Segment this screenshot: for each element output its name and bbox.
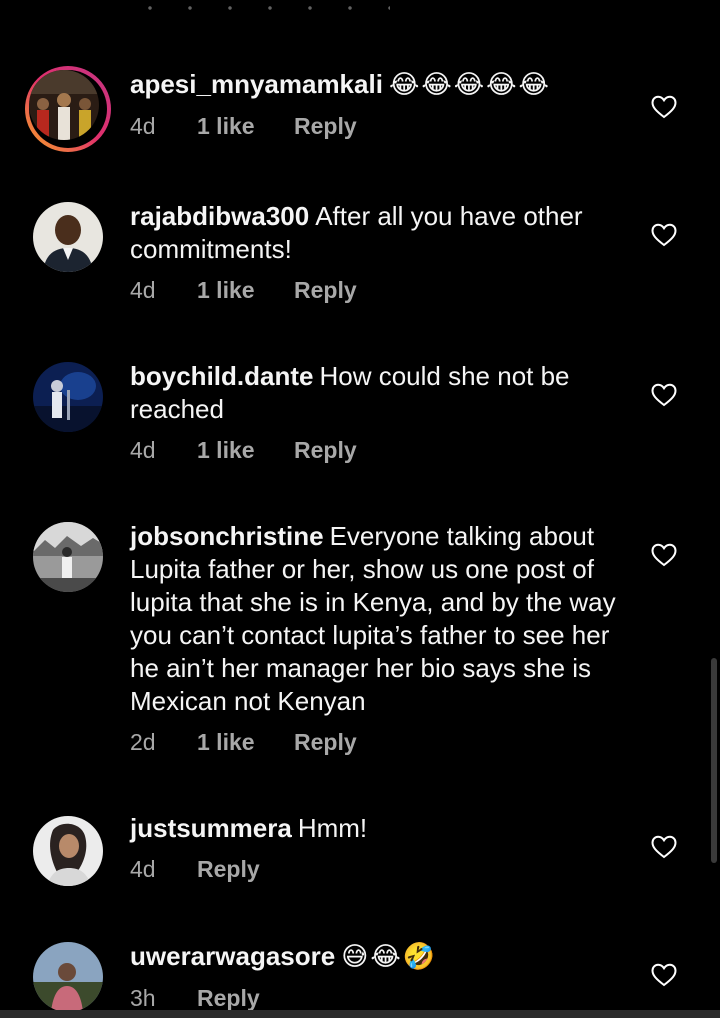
scrollbar[interactable] — [711, 658, 717, 863]
comment-likes[interactable]: 1 like — [197, 437, 294, 464]
comment-text: justsummera Hmm! — [130, 812, 630, 845]
like-heart-icon[interactable] — [651, 835, 677, 859]
comment-username[interactable]: apesi_mnyamamkali — [130, 69, 383, 99]
reply-button[interactable]: Reply — [294, 729, 357, 756]
comment-emoji: 😅😂🤣 — [341, 942, 438, 972]
comment-time: 4d — [130, 437, 156, 463]
comment-text: apesi_mnyamamkali 😂😂😂😂😂 — [130, 68, 630, 102]
like-heart-icon[interactable] — [651, 963, 677, 987]
comment-time: 3h — [130, 985, 156, 1011]
avatar-photo-portrait — [33, 816, 103, 886]
comment-username[interactable]: jobsonchristine — [130, 521, 324, 551]
avatar — [29, 70, 99, 140]
comment-username[interactable]: boychild.dante — [130, 361, 313, 391]
reply-button[interactable]: Reply — [294, 113, 357, 140]
previous-comment-fragment — [130, 0, 430, 16]
avatar[interactable] — [33, 942, 103, 1012]
avatar[interactable] — [33, 362, 103, 432]
comment-likes[interactable]: 1 like — [197, 113, 294, 140]
comment-meta: 4d Reply — [130, 856, 630, 883]
comment-meta: 3h Reply — [130, 985, 630, 1012]
comment-text: uwerarwagasore 😅😂🤣 — [130, 940, 630, 974]
avatar-photo-outdoor — [33, 942, 103, 1012]
comment-time: 2d — [130, 729, 156, 755]
avatar[interactable] — [33, 816, 103, 886]
comment-username[interactable]: justsummera — [130, 813, 292, 843]
comment-meta: 4d 1 like Reply — [130, 437, 630, 464]
comment-meta: 4d 1 like Reply — [130, 113, 630, 140]
reply-button[interactable]: Reply — [197, 856, 260, 883]
comment-username[interactable]: uwerarwagasore — [130, 941, 335, 971]
comment-time: 4d — [130, 113, 156, 139]
comment-time: 4d — [130, 856, 156, 882]
like-heart-icon[interactable] — [651, 383, 677, 407]
like-heart-icon[interactable] — [651, 95, 677, 119]
comment-emoji: 😂😂😂😂😂 — [388, 70, 551, 100]
avatar-photo-bw — [33, 522, 103, 592]
avatar[interactable] — [33, 522, 103, 592]
avatar-photo-person — [33, 202, 103, 272]
comment-meta: 2d 1 like Reply — [130, 729, 630, 756]
avatar-photo-stage — [33, 362, 103, 432]
comment-text: rajabdibwa300 After all you have other co… — [130, 200, 630, 266]
comment-text: jobsonchristine Everyone talking about Lu… — [130, 520, 630, 718]
comment-meta: 4d 1 like Reply — [130, 277, 630, 304]
comment-time: 4d — [130, 277, 156, 303]
reply-button[interactable]: Reply — [294, 437, 357, 464]
avatar[interactable] — [33, 202, 103, 272]
avatar-photo-crowd — [29, 70, 99, 140]
bottom-edge-bar — [0, 1010, 720, 1018]
comment-username[interactable]: rajabdibwa300 — [130, 201, 309, 231]
truncated-text-fragment — [130, 6, 390, 10]
comment-likes[interactable]: 1 like — [197, 729, 294, 756]
comment-body: Hmm! — [297, 813, 368, 843]
comment-text: boychild.dante How could she not be reach… — [130, 360, 630, 426]
like-heart-icon[interactable] — [651, 543, 677, 567]
avatar-story-ring[interactable] — [25, 66, 111, 152]
reply-button[interactable]: Reply — [197, 985, 260, 1012]
comment-likes[interactable]: 1 like — [197, 277, 294, 304]
reply-button[interactable]: Reply — [294, 277, 357, 304]
like-heart-icon[interactable] — [651, 223, 677, 247]
